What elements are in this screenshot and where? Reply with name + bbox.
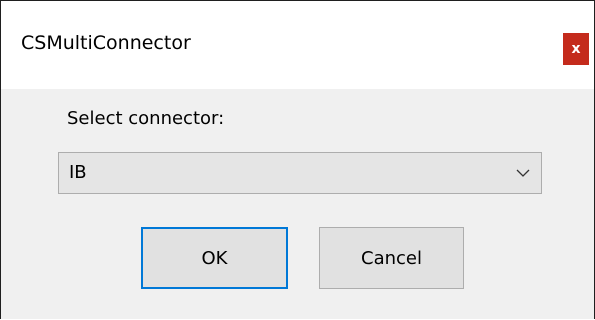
connector-select-value: IB: [69, 162, 87, 183]
select-connector-label: Select connector:: [67, 108, 225, 129]
title-bar: CSMultiConnector: [1, 1, 594, 89]
ok-button-label: OK: [201, 247, 228, 269]
window-title: CSMultiConnector: [21, 32, 191, 54]
close-icon: x: [571, 41, 581, 57]
connector-select[interactable]: IB: [58, 152, 542, 194]
cancel-button[interactable]: Cancel: [319, 227, 464, 289]
cancel-button-label: Cancel: [361, 247, 422, 269]
chevron-down-icon: [516, 169, 530, 177]
dialog-window: CSMultiConnector x Select connector: IB …: [0, 0, 595, 319]
ok-button[interactable]: OK: [141, 227, 288, 289]
close-button[interactable]: x: [563, 33, 589, 65]
